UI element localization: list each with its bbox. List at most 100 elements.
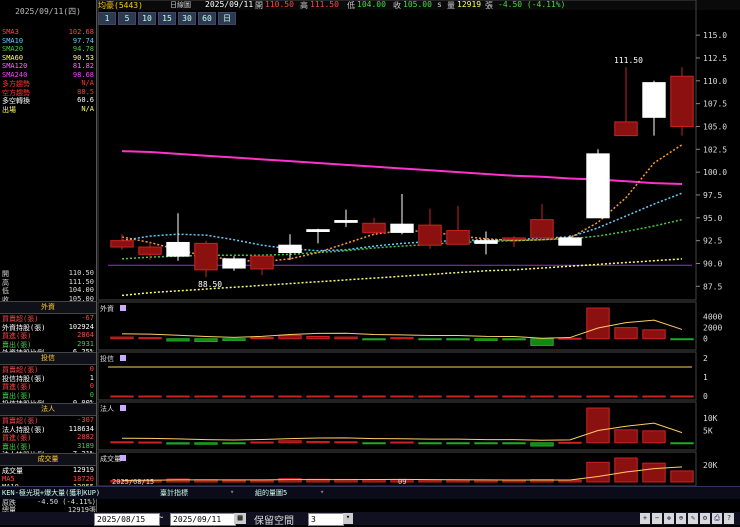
trust-panel-bar: [446, 395, 470, 398]
legal-panel-bar: [334, 441, 358, 444]
price-tick-label: 90.0: [703, 259, 722, 268]
dropdown-arrow-icon[interactable]: ▾: [230, 488, 234, 496]
zoom-out-icon[interactable]: −: [652, 513, 662, 524]
price-tick-label: 105.0: [703, 122, 727, 131]
pan-icon[interactable]: ✥: [664, 513, 674, 524]
legal-panel-bar: [586, 407, 610, 444]
zoom-in-icon[interactable]: +: [640, 513, 650, 524]
candle-body[interactable]: [194, 242, 218, 271]
to-date-input[interactable]: 2025/09/11: [170, 513, 236, 526]
candle-body[interactable]: [278, 244, 302, 254]
foreign-panel-axis-label: 4000: [703, 312, 722, 321]
indicator-name: SMA20: [2, 45, 24, 53]
price-tick-label: 107.5: [703, 100, 727, 109]
trust-panel-bar: [362, 395, 386, 398]
volume-panel-bar: [418, 479, 442, 483]
candle-body[interactable]: [306, 229, 330, 233]
price-tick-label: 97.5: [703, 191, 722, 200]
section-title: 外資: [0, 301, 96, 314]
trust-panel-bar: [642, 395, 666, 398]
legal-panel-bar: [502, 442, 526, 445]
ohlc-value: 110.50: [68, 269, 94, 277]
price-tick-label: 110.0: [703, 77, 727, 86]
legal-panel-legend-icon: [120, 405, 126, 411]
foreign-panel-legend-icon: [120, 305, 126, 311]
candle-body[interactable]: [474, 240, 498, 244]
candle-body[interactable]: [390, 223, 414, 233]
candle-body[interactable]: [138, 246, 162, 255]
volume-panel-bar: [670, 470, 694, 483]
candle-body[interactable]: [166, 241, 190, 257]
foreign-panel-axis-label: 0: [703, 335, 708, 344]
legal-panel-label: 法人: [100, 404, 114, 413]
indicator-value: 97.74: [72, 36, 94, 45]
candle-body[interactable]: [502, 237, 526, 240]
price-tick-label: 100.0: [703, 168, 727, 177]
foreign-panel-label: 外資: [100, 304, 114, 313]
spinner-icon[interactable]: ▾: [343, 513, 353, 524]
legal-panel-bar: [642, 430, 666, 444]
indicator-tab-2[interactable]: 臺計指標: [160, 488, 188, 498]
volume-panel-bar: [362, 479, 386, 483]
chart-area[interactable]: 115.0 112.5 110.0 107.5 105.0 102.5 100.0 97.5 9…: [96, 0, 740, 486]
row-value: 2882: [77, 433, 94, 441]
foreign-panel-bar: [530, 338, 554, 346]
section-title: 投信: [0, 352, 96, 365]
indicator-tab-3[interactable]: 組的量圖5: [255, 488, 287, 498]
left-info-panel: 2025/09/11(四) SMA3 102.68 SMA10 97.74 SMA20 9…: [0, 0, 97, 525]
foreign-panel-bar: [166, 338, 190, 342]
row-value: 18720: [72, 474, 94, 483]
candle-body[interactable]: [418, 224, 442, 246]
foreign-panel-bar: [306, 336, 330, 340]
indicator-tab-bar: KEN-極光現+爆大量(獲利KUP) 臺計指標 ▾ 組的量圖5 ▾: [0, 486, 740, 499]
foreign-panel-bar: [418, 338, 442, 341]
trust-panel-bar: [250, 395, 274, 398]
candle-body[interactable]: [670, 75, 694, 127]
indicator-name: 出場: [2, 105, 16, 114]
legal-panel-bar: [250, 441, 274, 444]
candle-body[interactable]: [110, 240, 134, 248]
candle-body[interactable]: [222, 258, 246, 269]
candle-body[interactable]: [586, 153, 610, 219]
foreign-panel-bar: [138, 337, 162, 340]
settings-icon[interactable]: ⚙: [700, 513, 710, 524]
print-icon[interactable]: ⎙: [712, 513, 722, 524]
dropdown-arrow-icon[interactable]: ▾: [320, 488, 324, 496]
candle-body[interactable]: [530, 219, 554, 239]
volume-panel-bar: [222, 479, 246, 483]
candle-body[interactable]: [642, 82, 666, 118]
legal-panel-bar: [362, 442, 386, 445]
calendar-icon[interactable]: ▦: [234, 513, 246, 524]
trust-panel-bar: [502, 395, 526, 398]
candle-body[interactable]: [250, 255, 274, 270]
from-date-input[interactable]: 2025/08/15: [94, 513, 160, 526]
foreign-panel-bar: [334, 336, 358, 340]
trust-panel-bar: [670, 395, 694, 398]
row-name: MA5: [2, 474, 15, 483]
crosshair-icon[interactable]: ⊕: [676, 513, 686, 524]
trust-panel-bar: [306, 395, 330, 398]
row-value: 2931: [77, 339, 94, 348]
candle-body[interactable]: [446, 230, 470, 245]
trust-panel-bar: [474, 395, 498, 398]
ohlc-value: 111.50: [68, 277, 94, 286]
price-tick-label: 92.5: [703, 237, 722, 246]
row-value: 0: [89, 365, 94, 373]
indicator-tab-1[interactable]: KEN-極光現+爆大量(獲利KUP): [2, 488, 100, 498]
trust-panel-bar: [614, 395, 638, 398]
price-tick-label: 115.0: [703, 31, 727, 40]
x-label-month: 09: [398, 478, 406, 486]
help-icon[interactable]: ?: [724, 513, 734, 524]
draw-icon[interactable]: ✎: [688, 513, 698, 524]
indicator-value: 81.82: [72, 62, 94, 70]
panel-date: 2025/09/11(四): [15, 7, 81, 16]
indicator-name: SMA60: [2, 53, 24, 62]
candle-body[interactable]: [614, 121, 638, 137]
row-value: -307: [77, 416, 94, 424]
candle-body[interactable]: [334, 220, 358, 223]
candle-body[interactable]: [558, 237, 582, 246]
trust-panel-axis-label: 2: [703, 354, 708, 363]
retain-space-input[interactable]: 3: [308, 513, 344, 526]
foreign-panel-bar: [110, 336, 134, 340]
candle-body[interactable]: [362, 222, 386, 233]
